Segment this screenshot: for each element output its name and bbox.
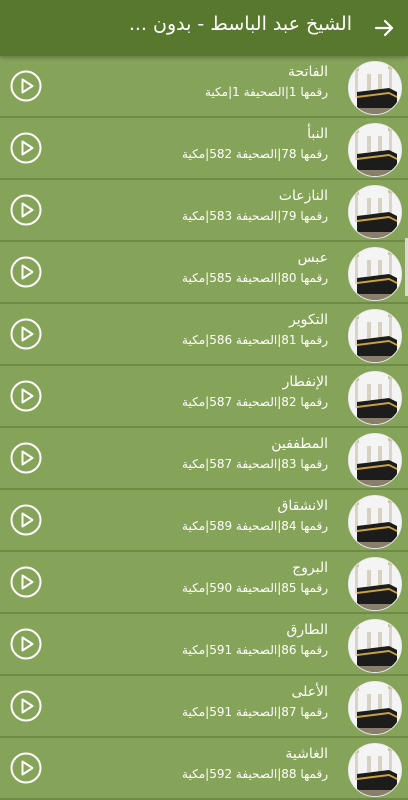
- surah-name: الانشقاق: [277, 498, 328, 514]
- list-item[interactable]: المطففين رقمها 83|الصحيفة 587|مكية: [0, 428, 408, 490]
- kaaba-thumbnail: [348, 743, 402, 797]
- arrow-forward-icon[interactable]: [372, 16, 396, 40]
- play-icon[interactable]: [10, 442, 42, 474]
- play-icon[interactable]: [10, 504, 42, 536]
- play-icon[interactable]: [10, 70, 42, 102]
- kaaba-thumbnail: [348, 495, 402, 549]
- list-item[interactable]: البروج رقمها 85|الصحيفة 590|مكية: [0, 552, 408, 614]
- list-item[interactable]: الطارق رقمها 86|الصحيفة 591|مكية: [0, 614, 408, 676]
- surah-name: النازعات: [278, 188, 328, 204]
- app-bar: الشيخ عبد الباسط - بدون ...: [0, 0, 408, 56]
- surah-name: المطففين: [271, 436, 328, 452]
- surah-info: رقمها 87|الصحيفة 591|مكية: [182, 705, 328, 719]
- surah-info: رقمها 84|الصحيفة 589|مكية: [182, 519, 328, 533]
- kaaba-thumbnail: [348, 619, 402, 673]
- play-icon[interactable]: [10, 132, 42, 164]
- surah-info: رقمها 83|الصحيفة 587|مكية: [182, 457, 328, 471]
- list-item[interactable]: عبس رقمها 80|الصحيفة 585|مكية: [0, 242, 408, 304]
- play-icon[interactable]: [10, 256, 42, 288]
- surah-name: النبأ: [307, 126, 328, 142]
- kaaba-thumbnail: [348, 371, 402, 425]
- kaaba-thumbnail: [348, 309, 402, 363]
- kaaba-thumbnail: [348, 433, 402, 487]
- surah-name: الغاشية: [285, 746, 328, 762]
- list-item[interactable]: النبأ رقمها 78|الصحيفة 582|مكية: [0, 118, 408, 180]
- surah-info: رقمها 78|الصحيفة 582|مكية: [182, 147, 328, 161]
- play-icon[interactable]: [10, 690, 42, 722]
- kaaba-thumbnail: [348, 681, 402, 735]
- list-item[interactable]: الأعلى رقمها 87|الصحيفة 591|مكية: [0, 676, 408, 738]
- surah-info: رقمها 1|الصحيفة 1|مكية: [204, 85, 328, 99]
- list-item[interactable]: الفاتحة رقمها 1|الصحيفة 1|مكية: [0, 56, 408, 118]
- surah-list: الفاتحة رقمها 1|الصحيفة 1|مكية النبأ رقم…: [0, 56, 408, 800]
- surah-info: رقمها 80|الصحيفة 585|مكية: [182, 271, 328, 285]
- play-icon[interactable]: [10, 318, 42, 350]
- list-item[interactable]: الغاشية رقمها 88|الصحيفة 592|مكية: [0, 738, 408, 800]
- surah-info: رقمها 79|الصحيفة 583|مكية: [182, 209, 328, 223]
- surah-name: الأعلى: [291, 684, 328, 700]
- kaaba-thumbnail: [348, 557, 402, 611]
- list-item[interactable]: الإنفطار رقمها 82|الصحيفة 587|مكية: [0, 366, 408, 428]
- kaaba-thumbnail: [348, 247, 402, 301]
- play-icon[interactable]: [10, 194, 42, 226]
- surah-name: الإنفطار: [282, 374, 328, 390]
- surah-info: رقمها 81|الصحيفة 586|مكية: [182, 333, 328, 347]
- surah-name: البروج: [292, 560, 328, 576]
- page-title: الشيخ عبد الباسط - بدون ...: [128, 13, 352, 35]
- surah-name: الطارق: [286, 622, 328, 638]
- kaaba-thumbnail: [348, 123, 402, 177]
- surah-info: رقمها 85|الصحيفة 590|مكية: [182, 581, 328, 595]
- surah-info: رقمها 82|الصحيفة 587|مكية: [182, 395, 328, 409]
- surah-name: عبس: [297, 250, 328, 266]
- surah-info: رقمها 88|الصحيفة 592|مكية: [182, 767, 328, 781]
- list-item[interactable]: الانشقاق رقمها 84|الصحيفة 589|مكية: [0, 490, 408, 552]
- surah-name: الفاتحة: [288, 64, 328, 80]
- list-item[interactable]: التكوير رقمها 81|الصحيفة 586|مكية: [0, 304, 408, 366]
- list-item[interactable]: النازعات رقمها 79|الصحيفة 583|مكية: [0, 180, 408, 242]
- surah-name: التكوير: [289, 312, 328, 328]
- play-icon[interactable]: [10, 752, 42, 784]
- kaaba-thumbnail: [348, 185, 402, 239]
- play-icon[interactable]: [10, 628, 42, 660]
- play-icon[interactable]: [10, 380, 42, 412]
- play-icon[interactable]: [10, 566, 42, 598]
- kaaba-thumbnail: [348, 61, 402, 115]
- surah-info: رقمها 86|الصحيفة 591|مكية: [182, 643, 328, 657]
